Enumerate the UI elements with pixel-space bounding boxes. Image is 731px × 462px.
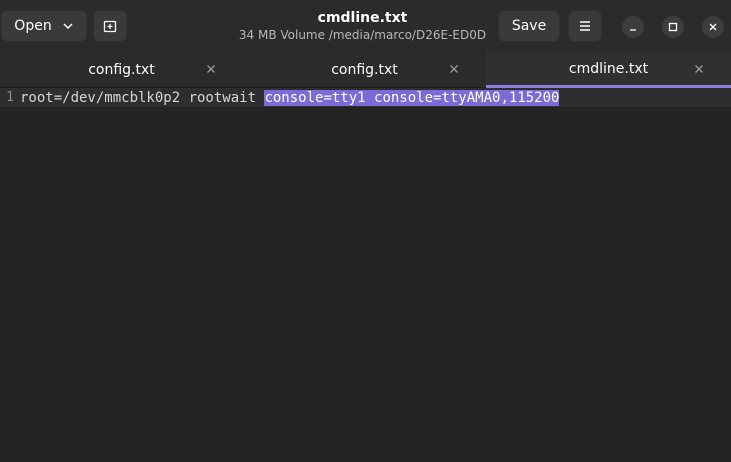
tab-config-1[interactable]: config.txt [0,52,243,88]
minimize-button[interactable] [622,16,644,38]
main-menu-button[interactable] [568,10,602,42]
tab-label: config.txt [331,62,398,78]
open-button-label: Open [14,18,52,34]
line-number: 1 [6,90,14,105]
text-editor[interactable]: 1 root=/dev/mmcblk0p2 rootwait console=t… [0,88,731,462]
new-tab-button[interactable] [93,10,127,42]
close-icon[interactable] [693,63,705,75]
maximize-button[interactable] [662,16,684,38]
close-icon[interactable] [205,63,217,75]
tab-cmdline[interactable]: cmdline.txt [486,52,731,88]
close-window-button[interactable] [702,16,724,38]
new-tab-icon [103,20,117,33]
minimize-icon [630,29,636,31]
tab-bar: config.txt config.txt cmdline.txt [0,52,731,88]
selected-text: console=tty1 console=ttyAMA0,115200 [264,89,560,106]
window-title-area: cmdline.txt 34 MB Volume /media/marco/D2… [200,9,525,43]
open-button[interactable]: Open [1,10,87,42]
line-text: root=/dev/mmcblk0p2 rootwait [20,89,265,106]
window-title: cmdline.txt [317,10,408,26]
chevron-down-icon [63,23,73,30]
maximize-icon [668,22,678,32]
close-icon[interactable] [448,63,460,75]
tab-config-2[interactable]: config.txt [243,52,486,88]
tab-label: config.txt [88,62,155,78]
save-button[interactable]: Save [498,10,560,42]
tab-label: cmdline.txt [568,60,649,77]
hamburger-menu-icon [580,21,590,31]
window-subtitle: 34 MB Volume /media/marco/D26E-ED0D [238,28,487,42]
editor-line: 1 root=/dev/mmcblk0p2 rootwait console=t… [0,88,731,107]
header-bar: Open cmdline.txt 34 MB Volume /media/mar… [0,0,731,52]
close-icon [709,23,717,31]
